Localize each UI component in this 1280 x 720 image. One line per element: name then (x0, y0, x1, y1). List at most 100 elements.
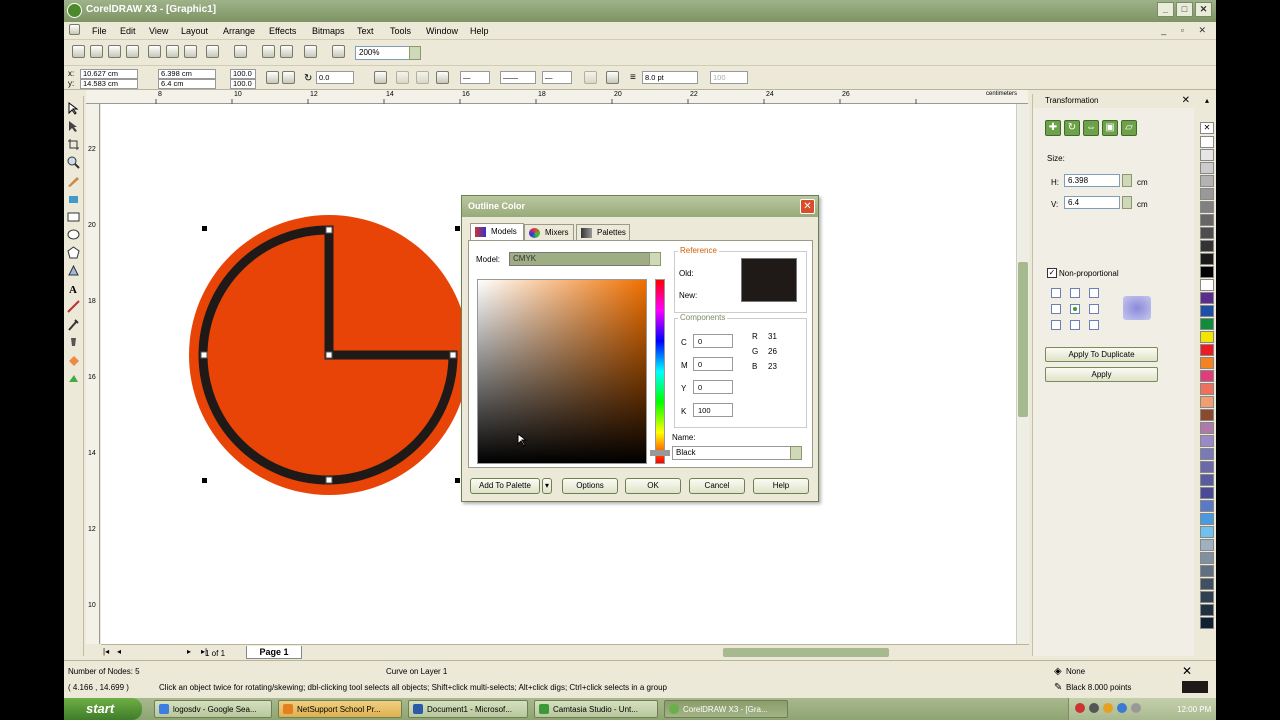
launcher-icon[interactable] (304, 45, 317, 58)
mirror-vertical-icon[interactable] (396, 71, 409, 84)
model-dropdown-button[interactable] (649, 252, 661, 266)
anchor-bottom-center[interactable] (1070, 320, 1080, 330)
palette-swatch[interactable] (1200, 448, 1214, 460)
model-select[interactable]: CMYK (509, 252, 661, 266)
palette-swatch[interactable] (1200, 500, 1214, 512)
anchor-bottom-right[interactable] (1089, 320, 1099, 330)
next-page-icon[interactable]: ▸ (187, 647, 191, 656)
last-page-icon[interactable]: ▸| (201, 647, 207, 656)
welcome-icon[interactable] (332, 45, 345, 58)
tab-mixers[interactable]: Mixers (524, 224, 574, 240)
import-icon[interactable] (262, 45, 275, 58)
palette-swatch[interactable] (1200, 214, 1214, 226)
outline-tool-icon[interactable] (67, 336, 80, 349)
palette-swatch[interactable] (1200, 552, 1214, 564)
menu-help[interactable]: Help (470, 26, 489, 36)
add-to-palette-button[interactable]: Add To Palette (470, 478, 540, 494)
new-icon[interactable] (72, 45, 85, 58)
open-icon[interactable] (90, 45, 103, 58)
document-icon[interactable] (69, 24, 80, 35)
color-field[interactable] (477, 279, 647, 464)
height-field[interactable]: 6.4 cm (158, 79, 216, 89)
rotation-field[interactable]: 0.0 (316, 71, 354, 84)
palette-swatch[interactable] (1200, 409, 1214, 421)
palette-swatch[interactable] (1200, 383, 1214, 395)
palette-swatch[interactable] (1200, 474, 1214, 486)
zoom-dropdown-button[interactable] (409, 46, 421, 60)
eyedropper-tool-icon[interactable] (67, 318, 80, 331)
task-google[interactable]: logosdv - Google Sea... (154, 700, 272, 718)
palette-swatch[interactable] (1200, 539, 1214, 551)
text-wrap-icon[interactable] (584, 71, 597, 84)
palette-swatch[interactable] (1200, 357, 1214, 369)
cut-icon[interactable] (148, 45, 161, 58)
menu-view[interactable]: View (149, 26, 168, 36)
palette-swatch[interactable] (1200, 565, 1214, 577)
palette-swatch[interactable] (1200, 435, 1214, 447)
palette-swatch[interactable] (1200, 513, 1214, 525)
palette-swatch[interactable] (1200, 279, 1214, 291)
undo-icon[interactable] (206, 45, 219, 58)
interactive-blend-tool-icon[interactable] (67, 300, 80, 313)
lock-ratio-icon[interactable] (266, 71, 279, 84)
save-icon[interactable] (108, 45, 121, 58)
page-tab[interactable]: Page 1 (246, 646, 302, 659)
menu-file[interactable]: File (92, 26, 107, 36)
palette-swatch[interactable] (1200, 162, 1214, 174)
palette-swatch[interactable] (1200, 305, 1214, 317)
horizontal-scroll-thumb[interactable] (723, 648, 889, 657)
palette-swatch[interactable] (1200, 591, 1214, 603)
tray-icon[interactable] (1117, 703, 1127, 713)
options-button[interactable]: Options (562, 478, 618, 494)
v-size-input[interactable]: 6.4 (1064, 196, 1120, 209)
palette-swatch[interactable] (1200, 526, 1214, 538)
document-window-buttons[interactable]: _ ▫ ✕ (1161, 25, 1212, 36)
magenta-field[interactable]: 0 (693, 357, 733, 371)
hue-slider[interactable] (655, 279, 665, 464)
palette-swatch[interactable] (1200, 370, 1214, 382)
task-coreldraw[interactable]: CorelDRAW X3 - [Gra... (664, 700, 788, 718)
scale-y-field[interactable]: 100.0 (230, 79, 256, 89)
start-button[interactable]: start (64, 698, 142, 720)
cancel-button[interactable]: Cancel (689, 478, 745, 494)
color-name-dropdown[interactable] (790, 446, 802, 460)
no-color-swatch[interactable]: ✕ (1200, 122, 1214, 134)
maximize-button[interactable]: □ (1176, 2, 1193, 17)
line-style-select[interactable]: —— (500, 71, 536, 84)
prev-page-icon[interactable]: ◂ (117, 647, 121, 656)
hue-slider-thumb[interactable] (650, 450, 670, 456)
palette-swatch[interactable] (1200, 227, 1214, 239)
smart-fill-tool-icon[interactable] (67, 192, 80, 205)
fill-tool-icon[interactable] (67, 354, 80, 367)
menu-edit[interactable]: Edit (120, 26, 136, 36)
shape-tool-icon[interactable] (67, 120, 80, 133)
anchor-top-right[interactable] (1089, 288, 1099, 298)
palette-swatch[interactable] (1200, 331, 1214, 343)
close-button[interactable]: ✕ (1195, 2, 1212, 17)
y-position-field[interactable]: 14.583 cm (80, 79, 138, 89)
proportional-icon[interactable] (282, 71, 295, 84)
skew-icon[interactable]: ▱ (1121, 120, 1137, 136)
export-icon[interactable] (280, 45, 293, 58)
yellow-field[interactable]: 0 (693, 380, 733, 394)
menu-layout[interactable]: Layout (181, 26, 208, 36)
scale-mirror-icon[interactable]: ⇔ (1083, 120, 1099, 136)
close-curve-icon[interactable] (416, 71, 429, 84)
dialog-close-button[interactable]: ✕ (800, 199, 815, 214)
vertical-scrollbar[interactable] (1016, 104, 1029, 644)
menu-tools[interactable]: Tools (390, 26, 411, 36)
tray-icon[interactable] (1075, 703, 1085, 713)
wrap-icon[interactable] (436, 71, 449, 84)
vertical-scroll-thumb[interactable] (1018, 262, 1028, 417)
palette-swatch[interactable] (1200, 240, 1214, 252)
tab-models[interactable]: Models (470, 223, 524, 241)
color-name-select[interactable]: Black (672, 446, 802, 460)
palette-swatch[interactable] (1200, 344, 1214, 356)
menu-effects[interactable]: Effects (269, 26, 296, 36)
apply-to-duplicate-button[interactable]: Apply To Duplicate (1045, 347, 1158, 362)
pen-icon[interactable] (606, 71, 619, 84)
position-icon[interactable]: ✚ (1045, 120, 1061, 136)
palette-swatch[interactable] (1200, 461, 1214, 473)
palette-swatch[interactable] (1200, 578, 1214, 590)
anchor-center[interactable] (1070, 304, 1080, 314)
